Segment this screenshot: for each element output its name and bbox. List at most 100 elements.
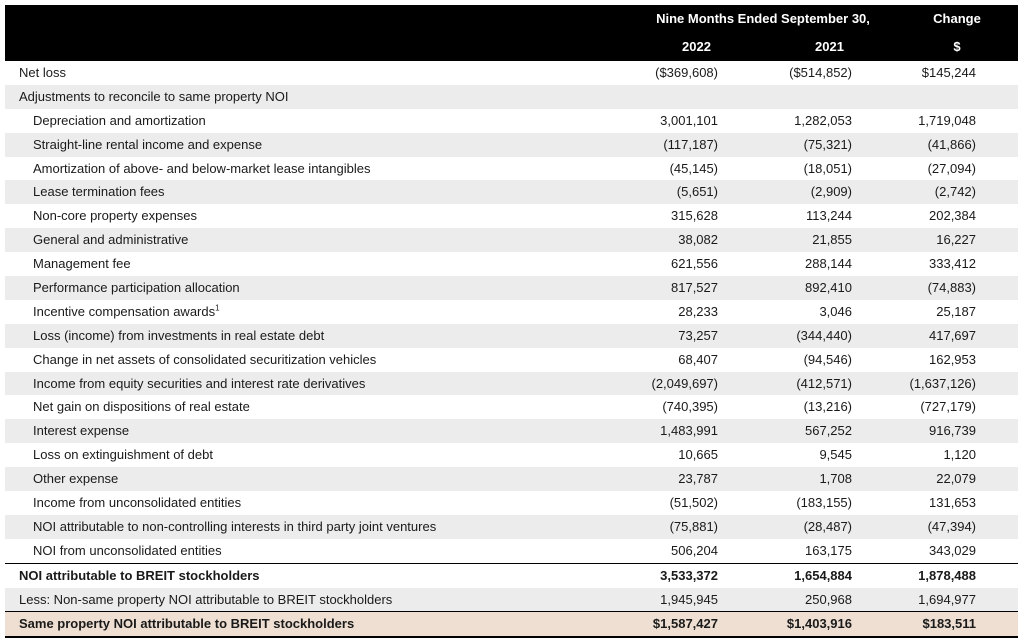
- row-label-text: Depreciation and amortization: [33, 112, 206, 128]
- value-change: (1,637,126): [909, 375, 977, 391]
- value-2021: (94,546): [803, 351, 852, 367]
- currency-heading: $: [953, 39, 961, 54]
- value-change: 22,079: [936, 471, 976, 487]
- row-label-text: Non-core property expenses: [33, 208, 198, 224]
- value-2022: 23,787: [678, 471, 718, 487]
- value-change: (74,883): [927, 280, 976, 296]
- table-row: Income from equity securities and intere…: [5, 371, 1018, 396]
- change-heading: Change: [933, 11, 981, 26]
- row-label: Same property NOI attributable to BREIT …: [19, 612, 354, 636]
- value-change: (727,179): [920, 399, 976, 415]
- row-label: General and administrative: [33, 228, 188, 252]
- row-label: NOI attributable to BREIT stockholders: [19, 564, 260, 588]
- value-2022: 68,407: [678, 351, 718, 367]
- noi-reconciliation-table: Nine Months Ended September 30, Change 2…: [5, 5, 1018, 639]
- value-change: 162,953: [929, 351, 976, 367]
- table-row: Change in net assets of consolidated sec…: [5, 348, 1018, 372]
- value-change: (41,866): [927, 136, 976, 152]
- row-label: Less: Non-same property NOI attributable…: [19, 588, 392, 612]
- row-label-text: Other expense: [33, 471, 119, 487]
- value-2022: (75,881): [669, 518, 718, 534]
- value-2021: 113,244: [805, 208, 852, 224]
- value-change: (27,094): [927, 160, 976, 176]
- value-2021: 250,968: [805, 591, 852, 607]
- row-label-text: Loss on extinguishment of debt: [33, 447, 213, 463]
- value-2021: (412,571): [796, 375, 852, 391]
- value-2022: (2,049,697): [651, 375, 719, 391]
- table-row: Other expense 23,787 1,708 22,079: [5, 467, 1018, 492]
- value-2022: 38,082: [678, 232, 718, 248]
- row-label-text: Same property NOI attributable to BREIT …: [19, 616, 355, 632]
- row-label: Adjustments to reconcile to same propert…: [19, 85, 289, 109]
- row-label-text: Income from unconsolidated entities: [33, 495, 242, 511]
- value-2021: 1,708: [819, 471, 852, 487]
- row-label-text: Adjustments to reconcile to same propert…: [19, 88, 289, 104]
- table-row: Net gain on dispositions of real estate (…: [5, 395, 1018, 419]
- row-label-text: Lease termination fees: [33, 184, 165, 200]
- row-label-text: Loss (income) from investments in real e…: [33, 327, 325, 343]
- row-label-text: Management fee: [33, 256, 131, 272]
- table-row: Performance participation allocation 817,…: [5, 276, 1018, 300]
- value-2022: (45,145): [669, 160, 718, 176]
- table-row: NOI attributable to BREIT stockholders 3,…: [5, 562, 1018, 588]
- row-label: Net loss: [19, 61, 66, 85]
- value-2021: (344,440): [796, 327, 852, 343]
- row-label: Change in net assets of consolidated sec…: [33, 348, 376, 372]
- table-row: General and administrative 38,082 21,855 16…: [5, 228, 1018, 253]
- value-2022: (51,502): [669, 495, 718, 511]
- value-change: 1,719,048: [918, 112, 976, 128]
- value-2021: $1,403,916: [786, 616, 852, 632]
- table-row: NOI from unconsolidated entities 506,204 1…: [5, 539, 1018, 563]
- value-2021: 1,282,053: [794, 112, 852, 128]
- value-change: 417,697: [929, 327, 976, 343]
- row-label-text: Incentive compensation awards: [33, 303, 216, 319]
- value-change: 916,739: [929, 423, 976, 439]
- value-change: 1,878,488: [918, 567, 976, 583]
- row-label: Loss on extinguishment of debt: [33, 443, 213, 467]
- row-label-text: Amortization of above- and below-market …: [33, 160, 371, 176]
- year-2021-heading: 2021: [815, 39, 844, 54]
- value-2021: 9,545: [819, 447, 852, 463]
- row-label: Net gain on dispositions of real estate: [33, 395, 250, 419]
- value-2022: (5,651): [676, 184, 718, 200]
- row-label-text: Net gain on dispositions of real estate: [33, 399, 250, 415]
- table-row: Loss (income) from investments in real e…: [5, 323, 1018, 348]
- row-label-text: Interest expense: [33, 423, 130, 439]
- table-row: Straight-line rental income and expense (…: [5, 132, 1018, 157]
- value-change: 333,412: [929, 256, 976, 272]
- value-2021: (2,909): [810, 184, 852, 200]
- table-row: Less: Non-same property NOI attributable…: [5, 587, 1018, 612]
- value-2022: 621,556: [671, 256, 718, 272]
- table-row: Non-core property expenses 315,628 113,244…: [5, 204, 1018, 228]
- value-2021: 892,410: [805, 280, 852, 296]
- row-label: NOI from unconsolidated entities: [33, 539, 222, 563]
- value-2021: 288,144: [805, 256, 852, 272]
- row-label-text: Less: Non-same property NOI attributable…: [19, 591, 393, 607]
- row-label: Straight-line rental income and expense: [33, 133, 262, 157]
- value-2022: 315,628: [671, 208, 718, 224]
- value-2021: (183,155): [796, 495, 852, 511]
- table-row: Amortization of above- and below-market …: [5, 157, 1018, 181]
- value-change: (2,742): [934, 184, 976, 200]
- table-row: Interest expense 1,483,991 567,252 916,739: [5, 419, 1018, 444]
- value-2022: (117,187): [663, 136, 718, 152]
- value-2022: 3,001,101: [660, 112, 718, 128]
- value-2022: 1,483,991: [660, 423, 718, 439]
- row-label: Non-core property expenses: [33, 204, 197, 228]
- row-label-text: General and administrative: [33, 232, 189, 248]
- table-row: Incentive compensation awards1 28,233 3,04…: [5, 300, 1018, 324]
- table-row: Income from unconsolidated entities (51,5…: [5, 491, 1018, 515]
- value-change: 1,694,977: [918, 591, 976, 607]
- row-label-text: NOI attributable to BREIT stockholders: [19, 567, 260, 583]
- row-label: Management fee: [33, 252, 131, 276]
- table-row: Lease termination fees (5,651) (2,909) (2,7…: [5, 180, 1018, 205]
- row-label-text: Performance participation allocation: [33, 280, 240, 296]
- value-change: 343,029: [929, 542, 976, 558]
- row-label: Income from equity securities and intere…: [33, 372, 365, 396]
- value-change: $145,244: [921, 65, 976, 80]
- table-row: NOI attributable to non-controlling inte…: [5, 514, 1018, 539]
- value-2021: ($514,852): [789, 65, 852, 80]
- row-label: Performance participation allocation: [33, 276, 240, 300]
- table-row: Management fee 621,556 288,144 333,412: [5, 252, 1018, 276]
- row-label-text: Change in net assets of consolidated sec…: [33, 351, 377, 367]
